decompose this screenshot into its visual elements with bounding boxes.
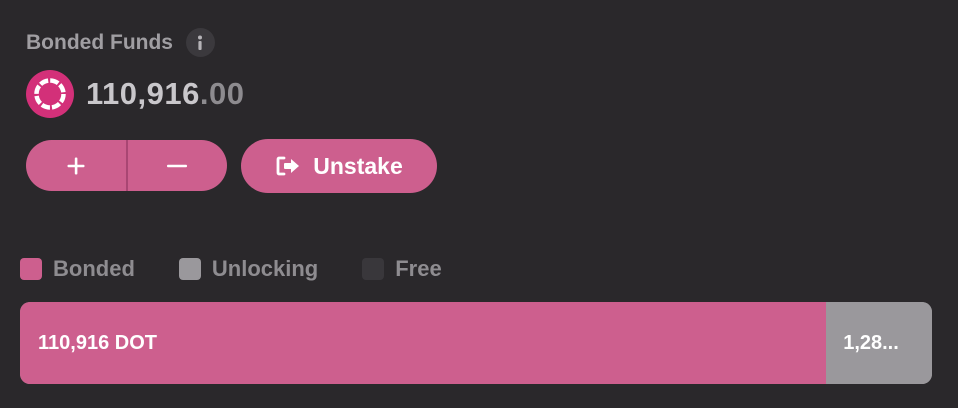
unbond-button[interactable] <box>128 140 228 191</box>
legend-swatch-bonded <box>20 258 42 280</box>
funds-legend: Bonded Unlocking Free <box>20 256 486 282</box>
bond-split-button <box>26 140 227 191</box>
info-icon[interactable] <box>185 28 215 57</box>
minus-icon <box>167 164 188 167</box>
legend-label-unlocking: Unlocking <box>211 256 319 281</box>
unlocking-segment-label: 1,28... <box>843 331 899 354</box>
unstake-button[interactable]: Unstake <box>241 139 437 193</box>
bonded-amount: 110,916.00 <box>86 76 244 112</box>
bond-extra-button[interactable] <box>26 140 126 191</box>
bonded-amount-row: 110,916.00 <box>26 70 244 118</box>
legend-item-free: Free <box>362 256 442 282</box>
bonded-segment-label: 110,916 DOT <box>38 331 157 354</box>
polkadot-logo-icon <box>26 70 74 118</box>
unlocking-segment: 1,28... <box>826 302 932 384</box>
legend-item-unlocking: Unlocking <box>178 256 319 282</box>
sign-out-icon <box>276 156 300 176</box>
bonded-funds-heading: Bonded Funds <box>26 28 215 57</box>
plus-icon <box>67 157 85 174</box>
bonded-funds-panel: Bonded Funds 110,916.00 Unstake Bonded U… <box>0 0 958 408</box>
legend-label-bonded: Bonded <box>53 256 135 281</box>
legend-label-free: Free <box>395 256 442 281</box>
bond-actions: Unstake <box>26 139 437 193</box>
unstake-label: Unstake <box>313 152 403 179</box>
bonded-segment: 110,916 DOT <box>20 302 827 384</box>
bonded-amount-integer: 110,916 <box>86 76 200 111</box>
legend-item-bonded: Bonded <box>20 256 135 282</box>
bonded-amount-decimal: .00 <box>199 76 245 111</box>
legend-swatch-free <box>362 258 385 280</box>
funds-bar: 110,916 DOT 1,28... <box>20 302 932 384</box>
bonded-funds-title: Bonded Funds <box>26 30 173 54</box>
legend-swatch-unlocking <box>178 258 201 280</box>
